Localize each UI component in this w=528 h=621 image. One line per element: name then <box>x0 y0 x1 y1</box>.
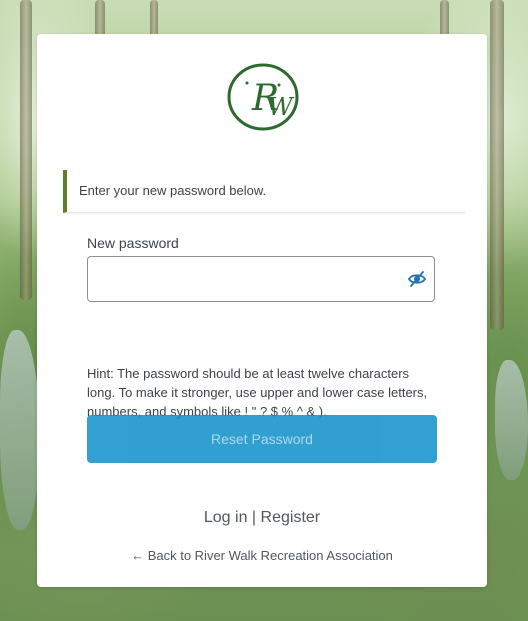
tree-trunk <box>490 0 504 330</box>
auth-links: Log in | Register <box>37 509 487 527</box>
new-password-label: New password <box>87 235 179 251</box>
password-hint: Hint: The password should be at least tw… <box>87 366 428 419</box>
info-notice: Enter your new password below. <box>63 170 465 213</box>
tree-trunk <box>20 0 32 300</box>
new-password-input[interactable] <box>87 256 435 302</box>
reset-password-button[interactable]: Reset Password <box>87 415 437 463</box>
link-separator: | <box>251 509 261 526</box>
eye-slash-icon <box>407 271 427 287</box>
rw-monogram-icon: R W <box>227 63 299 131</box>
notice-message: Enter your new password below. <box>79 183 267 198</box>
back-to-site-link[interactable]: ← Back to River Walk Recreation Associat… <box>37 548 487 563</box>
toggle-password-visibility-button[interactable] <box>401 263 433 295</box>
stream <box>0 330 40 530</box>
stream <box>495 360 528 480</box>
svg-text:W: W <box>268 93 295 121</box>
register-link[interactable]: Register <box>261 509 321 526</box>
site-logo[interactable]: R W <box>227 63 299 131</box>
reset-password-card: R W Enter your new password below. New p… <box>37 34 487 587</box>
login-link[interactable]: Log in <box>204 509 248 526</box>
